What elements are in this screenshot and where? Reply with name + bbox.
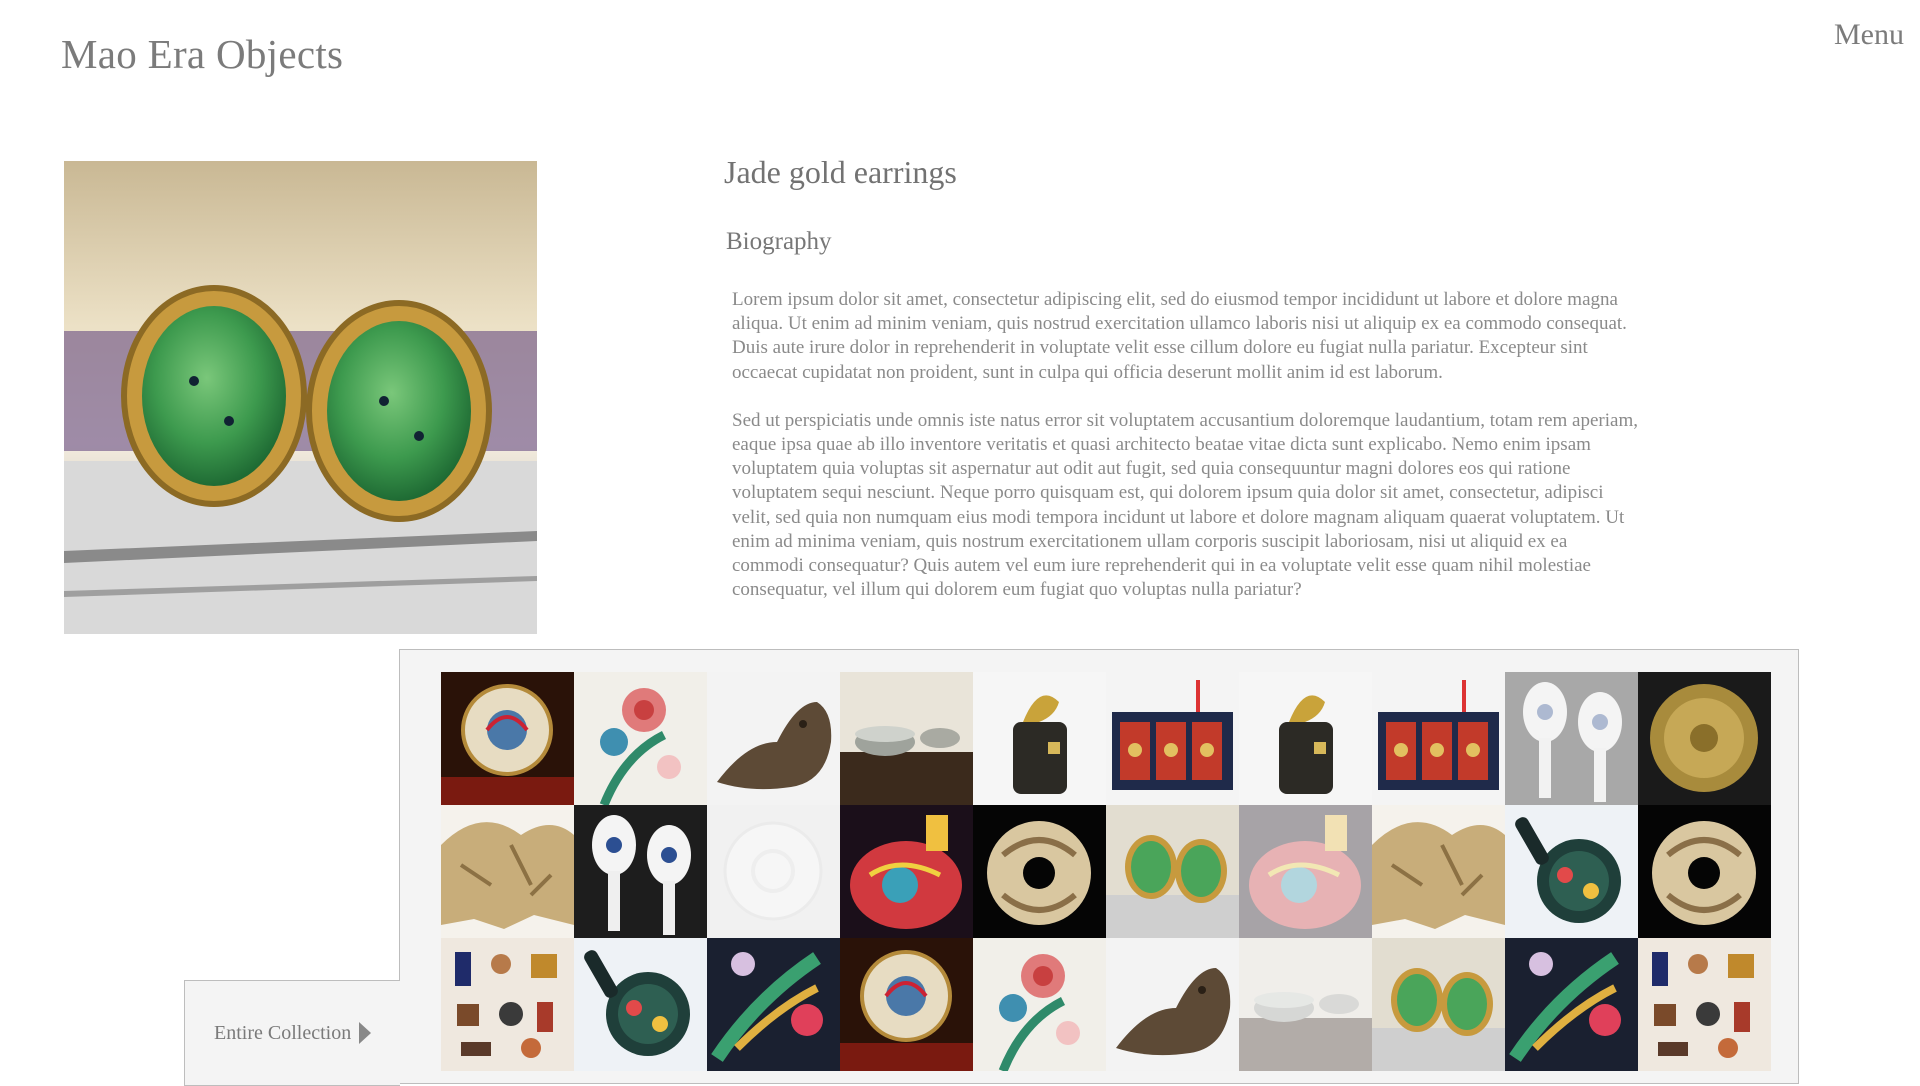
red-enamel-vase-thumbnail-image <box>1239 805 1372 938</box>
collection-thumbnail[interactable] <box>1505 805 1638 938</box>
plate-medallion-thumbnail-image <box>840 938 973 1071</box>
entire-collection-label: Entire Collection <box>214 1021 352 1044</box>
biography-text: Lorem ipsum dolor sit amet, consectetur … <box>732 288 1642 626</box>
phoenix-embroidery-thumbnail-image <box>1505 938 1638 1071</box>
miniature-set-thumbnail-image <box>441 938 574 1071</box>
carved-rock-thumbnail-image <box>441 805 574 938</box>
gold-fish-jar-thumbnail-image <box>1239 672 1372 805</box>
biography-paragraph: Sed ut perspiciatis unde omnis iste natu… <box>732 409 1638 601</box>
collection-thumbnail[interactable] <box>1106 805 1239 938</box>
bronze-animal-thumbnail-image <box>1106 938 1239 1071</box>
collection-thumbnail[interactable] <box>574 672 707 805</box>
collection-thumbnail[interactable] <box>1505 672 1638 805</box>
plate-medallion-thumbnail-image <box>441 672 574 805</box>
collection-thumbnail[interactable] <box>840 938 973 1071</box>
miniature-set-thumbnail-image <box>1638 938 1771 1071</box>
collection-thumbnail[interactable] <box>973 805 1106 938</box>
collection-thumbnail[interactable] <box>1372 805 1505 938</box>
painted-cabinet-thumbnail-image <box>1372 672 1505 805</box>
hero-image-jade-earrings <box>64 161 537 634</box>
collection-thumbnail[interactable] <box>441 938 574 1071</box>
biography-paragraph: Lorem ipsum dolor sit amet, consectetur … <box>732 289 1627 383</box>
biography-heading: Biography <box>726 228 832 255</box>
collection-thumbnail[interactable] <box>840 672 973 805</box>
cloisonne-compact-thumbnail-image <box>574 938 707 1071</box>
porcelain-spoons-thumbnail-image <box>574 805 707 938</box>
collection-thumbnail[interactable] <box>840 805 973 938</box>
gold-plate-thumbnail-image <box>1638 672 1771 805</box>
carved-rock-thumbnail-image <box>1372 805 1505 938</box>
jade-earrings-thumbnail-image <box>1106 805 1239 938</box>
red-enamel-vase-thumbnail-image <box>840 805 973 938</box>
collection-thumbnail[interactable] <box>707 805 840 938</box>
collection-thumbnail[interactable] <box>973 938 1106 1071</box>
porcelain-spoons-thumbnail-image <box>1505 672 1638 805</box>
item-title: Jade gold earrings <box>724 154 957 190</box>
collection-thumbnail[interactable] <box>574 805 707 938</box>
floral-vase-thumbnail-image <box>574 672 707 805</box>
collection-thumbnail[interactable] <box>1372 672 1505 805</box>
menu-link[interactable]: Menu <box>1834 18 1904 52</box>
collection-thumbnail[interactable] <box>1638 938 1771 1071</box>
collection-thumbnail[interactable] <box>1106 672 1239 805</box>
site-title[interactable]: Mao Era Objects <box>61 30 343 78</box>
bowls-on-table-thumbnail-image <box>840 672 973 805</box>
jade-pendant-thumbnail-image <box>973 805 1106 938</box>
arrow-right-icon <box>359 1022 372 1044</box>
collection-thumbnail[interactable] <box>1239 805 1372 938</box>
jade-earrings-thumbnail-image <box>1372 938 1505 1071</box>
collection-thumbnail[interactable] <box>1638 805 1771 938</box>
collection-thumbnail[interactable] <box>1239 672 1372 805</box>
collection-thumbnail[interactable] <box>441 805 574 938</box>
collection-thumbnail[interactable] <box>973 672 1106 805</box>
jade-pendant-thumbnail-image <box>1638 805 1771 938</box>
painted-cabinet-thumbnail-image <box>1106 672 1239 805</box>
cloisonne-compact-thumbnail-image <box>1505 805 1638 938</box>
collection-thumbnail[interactable] <box>1638 672 1771 805</box>
collection-thumbnail[interactable] <box>1106 938 1239 1071</box>
collection-thumbnail[interactable] <box>707 672 840 805</box>
phoenix-embroidery-thumbnail-image <box>707 938 840 1071</box>
collection-thumbnail[interactable] <box>441 672 574 805</box>
entire-collection-tab[interactable]: Entire Collection <box>184 980 400 1086</box>
collection-thumbnail-grid <box>441 672 1771 1071</box>
collection-thumbnail[interactable] <box>1239 938 1372 1071</box>
floral-vase-thumbnail-image <box>973 938 1106 1071</box>
gold-fish-jar-thumbnail-image <box>973 672 1106 805</box>
collection-thumbnail[interactable] <box>1372 938 1505 1071</box>
collection-thumbnail[interactable] <box>1505 938 1638 1071</box>
collection-thumbnail[interactable] <box>574 938 707 1071</box>
bowls-on-table-thumbnail-image <box>1239 938 1372 1071</box>
collection-thumbnail[interactable] <box>707 938 840 1071</box>
white-disc-thumbnail-image <box>707 805 840 938</box>
bronze-animal-thumbnail-image <box>707 672 840 805</box>
